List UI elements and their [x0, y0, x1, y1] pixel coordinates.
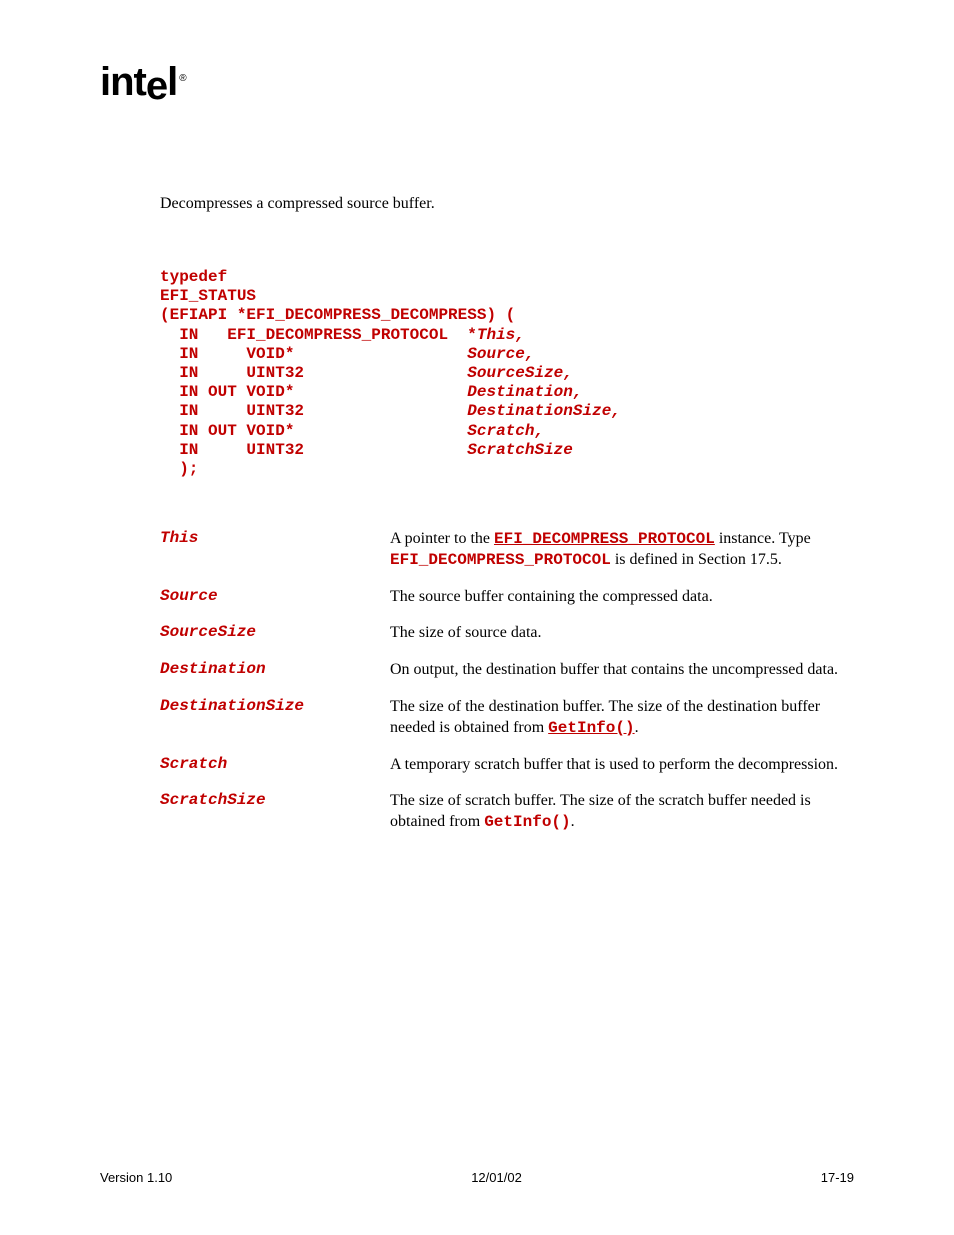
param-desc: On output, the destination buffer that c…: [390, 660, 854, 681]
param-name: This: [160, 529, 390, 547]
footer-version: Version 1.10: [100, 1170, 172, 1185]
intel-logo: intel®: [100, 60, 854, 105]
param-desc: A pointer to the EFI_DECOMPRESS_PROTOCOL…: [390, 529, 854, 571]
param-row-scratch: Scratch A temporary scratch buffer that …: [160, 755, 854, 776]
param-name: DestinationSize: [160, 697, 390, 715]
param-desc: The size of source data.: [390, 623, 854, 644]
param-row-this: This A pointer to the EFI_DECOMPRESS_PRO…: [160, 529, 854, 571]
param-name: SourceSize: [160, 623, 390, 641]
param-desc: The size of the destination buffer. The …: [390, 697, 854, 739]
param-desc: The size of scratch buffer. The size of …: [390, 791, 854, 833]
param-name: ScratchSize: [160, 791, 390, 809]
param-row-sourcesize: SourceSize The size of source data.: [160, 623, 854, 644]
param-desc: The source buffer containing the compres…: [390, 587, 854, 608]
getinfo-link[interactable]: GetInfo(): [548, 719, 634, 737]
page-content: intel® Decompresses a compressed source …: [0, 0, 954, 1235]
param-name: Scratch: [160, 755, 390, 773]
page-footer: Version 1.10 12/01/02 17-19: [100, 1170, 854, 1185]
summary-text: Decompresses a compressed source buffer.: [160, 195, 854, 213]
prototype-code-block: typedef EFI_STATUS (EFIAPI *EFI_DECOMPRE…: [160, 268, 854, 479]
footer-pagenum: 17-19: [821, 1170, 854, 1185]
param-row-destination: Destination On output, the destination b…: [160, 660, 854, 681]
footer-date: 12/01/02: [471, 1170, 522, 1185]
param-row-destinationsize: DestinationSize The size of the destinat…: [160, 697, 854, 739]
parameter-table: This A pointer to the EFI_DECOMPRESS_PRO…: [160, 529, 854, 833]
param-row-source: Source The source buffer containing the …: [160, 587, 854, 608]
param-row-scratchsize: ScratchSize The size of scratch buffer. …: [160, 791, 854, 833]
param-name: Source: [160, 587, 390, 605]
registered-mark: ®: [179, 73, 185, 84]
param-desc: A temporary scratch buffer that is used …: [390, 755, 854, 776]
protocol-link[interactable]: EFI_DECOMPRESS_PROTOCOL: [494, 530, 715, 548]
param-name: Destination: [160, 660, 390, 678]
